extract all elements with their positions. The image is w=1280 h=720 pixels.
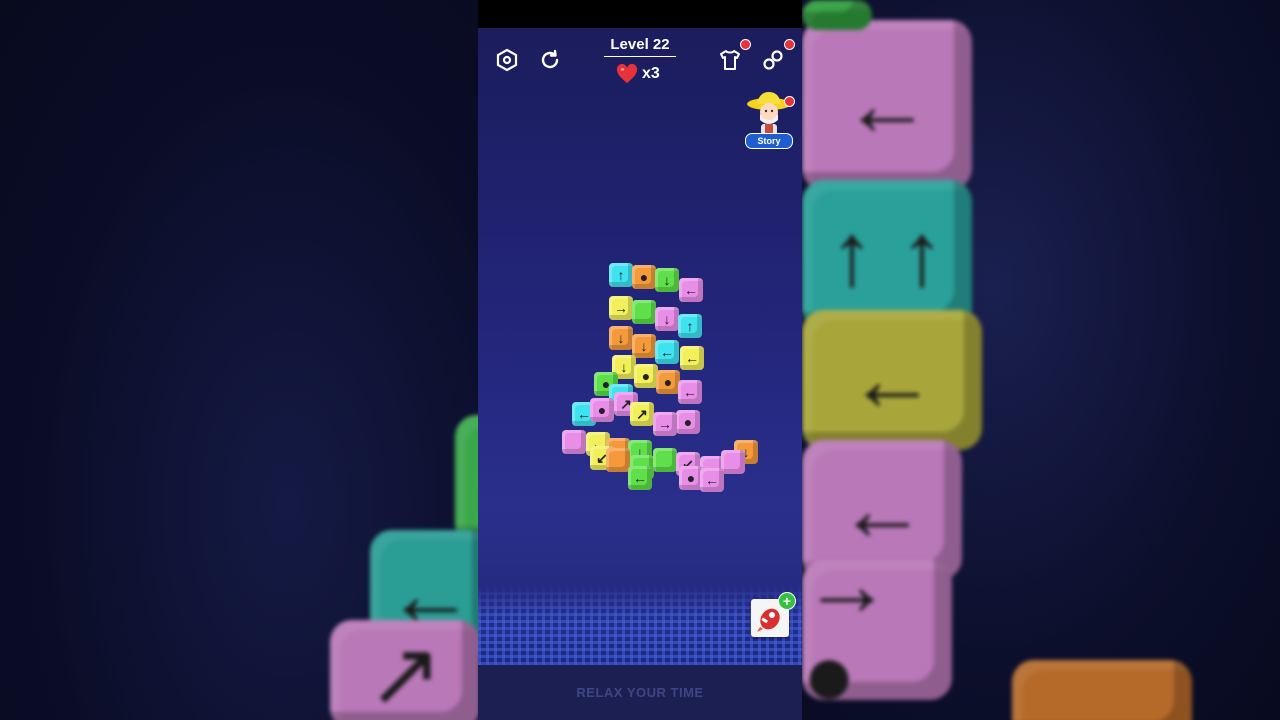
puzzle-cube[interactable] — [653, 448, 677, 472]
puzzle-cube[interactable] — [606, 448, 630, 472]
puzzle-cube[interactable]: ↓ — [632, 334, 656, 358]
puzzle-cube[interactable]: → — [609, 296, 633, 320]
bg-cube — [802, 0, 872, 30]
game-screen: Level 22 x3 Story ↑ ● ↓ ← → ↓ ↑ ↓ ↓ ← ← … — [478, 0, 802, 720]
add-booster-icon[interactable]: + — [778, 592, 796, 610]
bg-cube: → ● — [802, 540, 952, 720]
bg-cube — [1012, 660, 1192, 720]
puzzle-cube[interactable]: ● — [632, 265, 656, 289]
puzzle-cube[interactable]: ● — [656, 370, 680, 394]
background-left: ← ↗ — [0, 0, 478, 720]
puzzle-cube[interactable]: ↓ — [609, 326, 633, 350]
background-right: ← ↑ ↑ ← ← → ● — [802, 0, 1280, 720]
bg-cube: ↑ ↑ — [802, 180, 972, 330]
puzzle-cube[interactable] — [632, 300, 656, 324]
puzzle-cube[interactable]: ← — [679, 278, 703, 302]
puzzle-cube[interactable]: ● — [676, 410, 700, 434]
puzzle-cube[interactable]: ← — [700, 468, 724, 492]
bg-cube: ↗ — [330, 620, 478, 720]
bottom-bar: RELAX YOUR TIME — [478, 665, 802, 720]
puzzle-cube[interactable]: → — [653, 412, 677, 436]
puzzle-cube[interactable]: ● — [634, 364, 658, 388]
footer-text: RELAX YOUR TIME — [576, 685, 704, 700]
puzzle-cube[interactable]: ↓ — [655, 307, 679, 331]
puzzle-cube[interactable]: ↓ — [655, 268, 679, 292]
puzzle-cube[interactable]: ↑ — [678, 314, 702, 338]
puzzle-cube[interactable]: ↗ — [630, 402, 654, 426]
puzzle-cube[interactable] — [721, 450, 745, 474]
puzzle-cube[interactable] — [562, 430, 586, 454]
bg-cube: ← — [802, 310, 982, 450]
puzzle-cube[interactable]: ↑ — [609, 263, 633, 287]
bg-cube — [455, 415, 478, 545]
puzzle-cube[interactable]: ← — [678, 380, 702, 404]
puzzle-cube[interactable]: ● — [590, 398, 614, 422]
puzzle-cube[interactable]: ← — [628, 466, 652, 490]
puzzle-cube[interactable]: ← — [655, 340, 679, 364]
cube-puzzle[interactable]: ↑●↓←→↓↑↓↓←←↓●●←●←●↗↗●→←→↓↙←↙↓●←← — [478, 0, 802, 540]
puzzle-cube[interactable]: ← — [680, 346, 704, 370]
bg-cube: ← — [802, 20, 972, 190]
